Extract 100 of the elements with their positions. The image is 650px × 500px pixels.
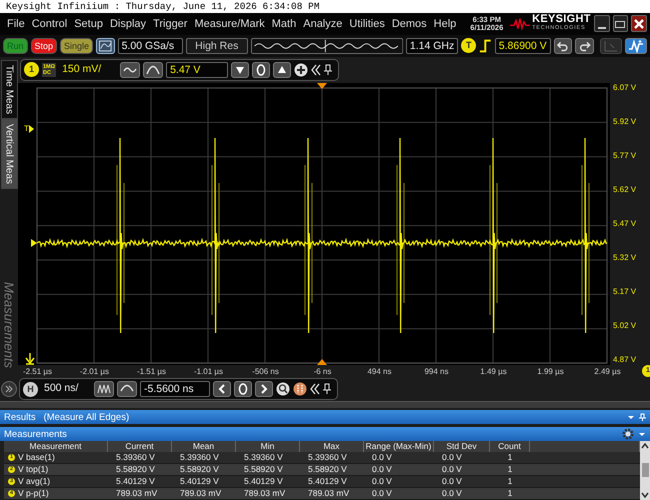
menu-item[interactable]: Math (272, 18, 296, 30)
table-cell: 1 (508, 452, 512, 463)
pin-icon[interactable] (324, 64, 332, 76)
waveform-overview[interactable] (250, 36, 403, 55)
trigger-position-icon[interactable] (317, 358, 327, 365)
menu-item[interactable]: Help (434, 18, 456, 30)
table-cell: 5.40129 V (308, 476, 347, 487)
scrollbar[interactable] (640, 440, 650, 500)
close-button[interactable] (631, 15, 647, 32)
menu-item[interactable]: Setup (74, 18, 103, 30)
minimize-button[interactable] (594, 15, 610, 32)
sample-rate-field[interactable]: 5.00 GSa/s (118, 38, 183, 54)
marker-icon[interactable] (293, 382, 307, 396)
table-cell: 5.39360 V (116, 452, 155, 463)
up-button[interactable] (273, 62, 292, 78)
wave-button[interactable] (143, 62, 164, 78)
waveform-mode-button[interactable] (624, 38, 647, 54)
undo-button[interactable] (554, 38, 572, 54)
time-label: -2.51 µs (22, 366, 54, 376)
trigger-level-field[interactable]: 5.86900 V (494, 38, 551, 54)
redo-icon (578, 40, 591, 52)
rising-edge-icon[interactable] (479, 38, 492, 54)
single-button[interactable]: Single (60, 38, 94, 54)
time-label: 1.49 µs (479, 366, 508, 376)
redo-button[interactable] (575, 38, 594, 54)
trigger-badge[interactable]: T (461, 38, 476, 54)
double-chevron-icon (5, 385, 13, 394)
side-tab[interactable]: Vertical Meas (0, 118, 18, 189)
zero-icon (238, 383, 248, 396)
dropdown-icon[interactable] (638, 431, 646, 438)
logo-name: KEYSIGHT (532, 14, 591, 24)
time-position-field[interactable]: -5.5600 ns (140, 381, 210, 398)
acquisition-mode-button[interactable]: High Res (186, 38, 248, 54)
table-cell: 5.39360 V (180, 452, 219, 463)
horizontal-badge[interactable]: H (23, 382, 38, 397)
side-tab[interactable]: Time Meas (0, 60, 18, 119)
zoom-icon[interactable] (276, 382, 290, 396)
settings-icon[interactable] (622, 428, 634, 440)
offset-field[interactable]: 5.47 V (166, 62, 228, 78)
undo-icon (556, 40, 570, 52)
menu-item[interactable]: Control (32, 18, 68, 30)
down-button[interactable] (231, 62, 250, 78)
vertical-scale-field[interactable]: 150 mV/ (59, 62, 118, 78)
down-arrow-icon[interactable] (25, 352, 35, 365)
table-cell: 5.58920 V (180, 464, 219, 475)
menu-item[interactable]: Trigger (153, 18, 188, 30)
ground-marker-icon[interactable] (31, 238, 37, 247)
voltage-label: 5.17 V (613, 286, 638, 297)
table-cell: 1 (508, 488, 512, 499)
scroll-down-icon[interactable] (641, 492, 649, 498)
waveform-icon (628, 38, 644, 53)
restore-button[interactable] (612, 15, 628, 32)
time-label: 1.99 µs (536, 366, 565, 376)
table-cell: V top(1) (18, 464, 48, 475)
corner-icon (604, 40, 618, 52)
right-button[interactable] (255, 381, 273, 398)
table-cell: 0.0 V (372, 452, 392, 463)
left-button[interactable] (213, 381, 231, 398)
table-cell: 0.0 V (372, 476, 392, 487)
scrollbar-thumb[interactable] (642, 463, 648, 478)
table-cell: 0.0 V (372, 488, 392, 499)
right-chevron-icon (259, 384, 269, 394)
window-title: Keysight Infiniium : Thursday, June 11, 2026 6:34:08 PM (0, 0, 650, 13)
dropdown-icon[interactable] (627, 414, 635, 420)
zero-icon (256, 64, 266, 76)
time-label: -1.51 µs (136, 366, 168, 376)
autoscale-button[interactable] (96, 38, 115, 54)
menu-item[interactable]: File (7, 18, 25, 30)
voltage-label: 6.07 V (613, 82, 638, 93)
menu-item[interactable]: Analyze (303, 18, 342, 30)
minimize-icon (598, 26, 606, 29)
wave-button[interactable] (120, 62, 140, 78)
expand-button[interactable] (1, 381, 17, 398)
voltage-label: 5.32 V (613, 252, 638, 263)
wave-icon (123, 64, 138, 75)
zero-button[interactable] (252, 62, 270, 78)
add-icon[interactable] (294, 62, 308, 77)
bandwidth-field[interactable]: 1.14 GHz (406, 38, 458, 54)
wave-button[interactable] (94, 381, 114, 398)
zero-button[interactable] (234, 381, 252, 398)
stop-button[interactable]: Stop (30, 38, 58, 54)
time-label: 2.49 µs (593, 366, 622, 376)
channel-badge[interactable]: 1 (24, 62, 39, 78)
voltage-label: 4.87 V (613, 354, 638, 365)
arch-icon (146, 64, 160, 75)
splitter-handle[interactable] (0, 401, 650, 408)
menu-item[interactable]: Display (110, 18, 146, 30)
menu-item[interactable]: Utilities (349, 18, 385, 30)
time-scale-field[interactable]: 500 ns/ (41, 381, 91, 398)
collapse-icon[interactable] (311, 64, 322, 76)
table-cell: 0.0 V (372, 464, 392, 475)
wave-button[interactable] (117, 381, 137, 398)
table-cell: 5.58920 V (116, 464, 155, 475)
collapse-icon[interactable] (310, 383, 320, 396)
menu-item[interactable]: Measure/Mark (194, 18, 265, 30)
table-cell: 1 (508, 464, 512, 475)
pin-icon[interactable] (323, 383, 331, 396)
scroll-up-icon[interactable] (641, 442, 649, 449)
table-cell: V avg(1) (18, 476, 50, 487)
menu-item[interactable]: Demos (392, 18, 427, 30)
